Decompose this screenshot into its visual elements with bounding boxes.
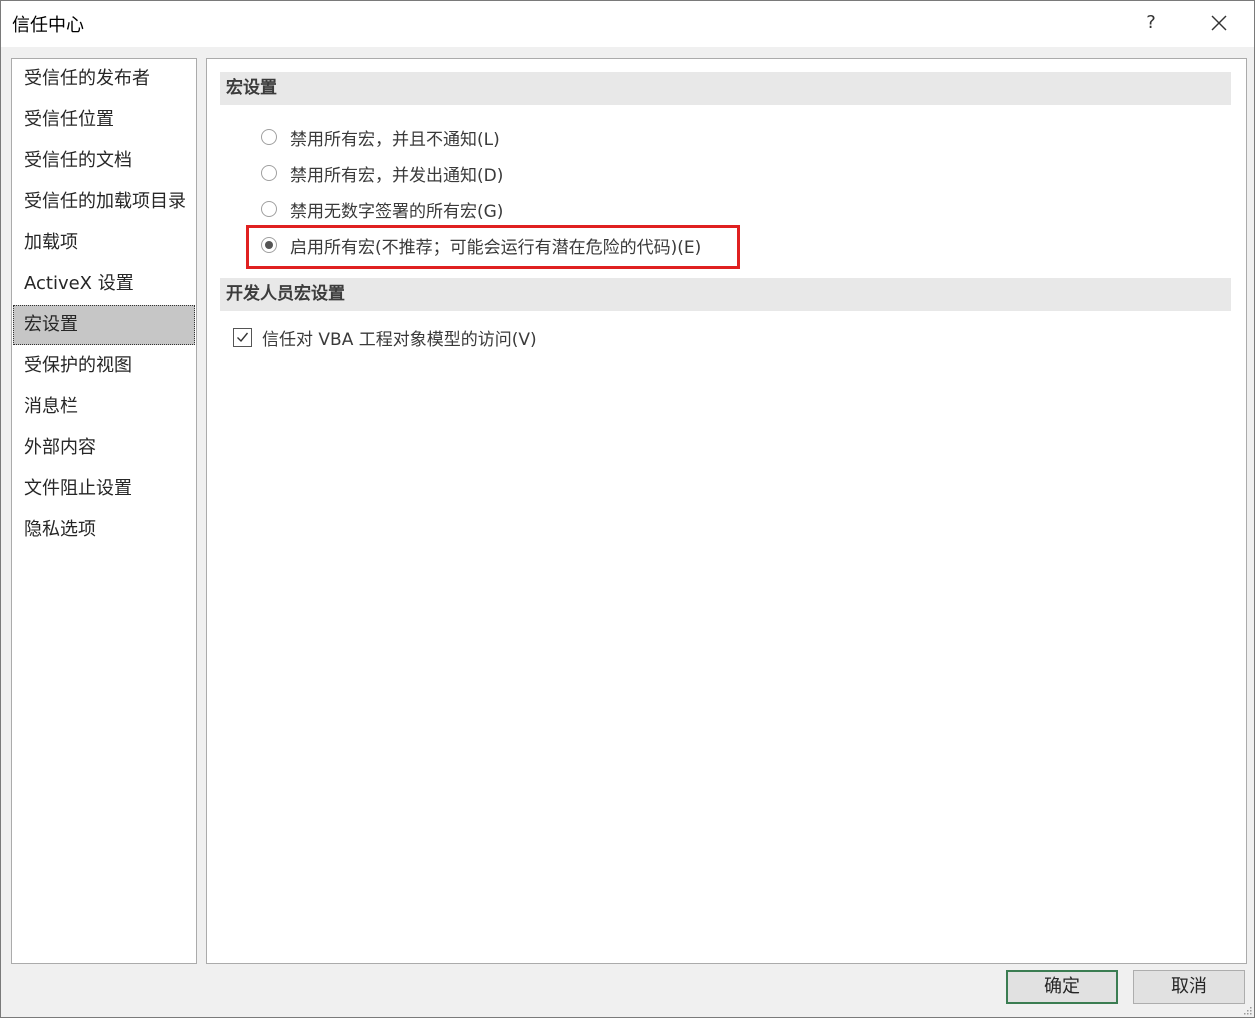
sidebar-item-trusted-publishers[interactable]: 受信任的发布者	[13, 59, 195, 99]
cancel-button[interactable]: 取消	[1133, 970, 1245, 1004]
radio-label: 禁用所有宏，并且不通知(L)	[290, 129, 500, 150]
help-button[interactable]: ?	[1131, 5, 1171, 41]
checkbox-checked-icon[interactable]	[233, 327, 252, 347]
radio-button-icon[interactable]	[261, 201, 277, 217]
sidebar-item-trusted-locations[interactable]: 受信任位置	[13, 100, 195, 140]
vba-access-label: 信任对 VBA 工程对象模型的访问(V)	[262, 329, 537, 350]
trust-center-dialog: 信任中心 ? 受信任的发布者 受信任位置 受信任的文档 受信任的加载项目录 加载…	[0, 0, 1255, 1018]
radio-label: 禁用所有宏，并发出通知(D)	[290, 165, 504, 186]
radio-button-icon[interactable]	[261, 165, 277, 181]
developer-settings-header: 开发人员宏设置	[220, 278, 1231, 311]
close-icon	[1211, 15, 1227, 31]
macro-settings-header: 宏设置	[220, 72, 1231, 105]
window-title: 信任中心	[12, 15, 84, 36]
resize-grip-icon[interactable]	[1242, 1005, 1252, 1015]
radio-button-icon[interactable]	[261, 129, 277, 145]
sidebar-item-privacy-options[interactable]: 隐私选项	[13, 510, 195, 550]
title-bar: 信任中心 ?	[1, 1, 1254, 47]
sidebar-item-message-bar[interactable]: 消息栏	[13, 387, 195, 427]
sidebar-item-file-block-settings[interactable]: 文件阻止设置	[13, 469, 195, 509]
radio-disable-all-with-notify[interactable]: 禁用所有宏，并发出通知(D)	[261, 158, 503, 188]
radio-label: 启用所有宏(不推荐；可能会运行有潜在危险的代码)(E)	[290, 237, 702, 258]
sidebar-item-protected-view[interactable]: 受保护的视图	[13, 346, 195, 386]
close-button[interactable]	[1197, 5, 1241, 41]
radio-disable-all-no-notify[interactable]: 禁用所有宏，并且不通知(L)	[261, 122, 500, 152]
radio-label: 禁用无数字签署的所有宏(G)	[290, 201, 504, 222]
sidebar-item-external-content[interactable]: 外部内容	[13, 428, 195, 468]
sidebar-item-addins[interactable]: 加载项	[13, 223, 195, 263]
sidebar-item-macro-settings[interactable]: 宏设置	[13, 305, 195, 345]
radio-disable-unsigned[interactable]: 禁用无数字签署的所有宏(G)	[261, 194, 503, 224]
sidebar-item-activex-settings[interactable]: ActiveX 设置	[13, 264, 195, 304]
settings-panel: 宏设置 禁用所有宏，并且不通知(L) 禁用所有宏，并发出通知(D) 禁用无数字签…	[206, 58, 1247, 964]
ok-button[interactable]: 确定	[1006, 970, 1118, 1004]
sidebar: 受信任的发布者 受信任位置 受信任的文档 受信任的加载项目录 加载项 Activ…	[11, 58, 197, 964]
radio-button-checked-icon[interactable]	[261, 237, 277, 253]
sidebar-item-trusted-documents[interactable]: 受信任的文档	[13, 141, 195, 181]
vba-access-checkbox-option[interactable]: 信任对 VBA 工程对象模型的访问(V)	[233, 322, 537, 352]
radio-enable-all[interactable]: 启用所有宏(不推荐；可能会运行有潜在危险的代码)(E)	[261, 230, 701, 260]
sidebar-item-trusted-addin-catalogs[interactable]: 受信任的加载项目录	[13, 182, 195, 222]
